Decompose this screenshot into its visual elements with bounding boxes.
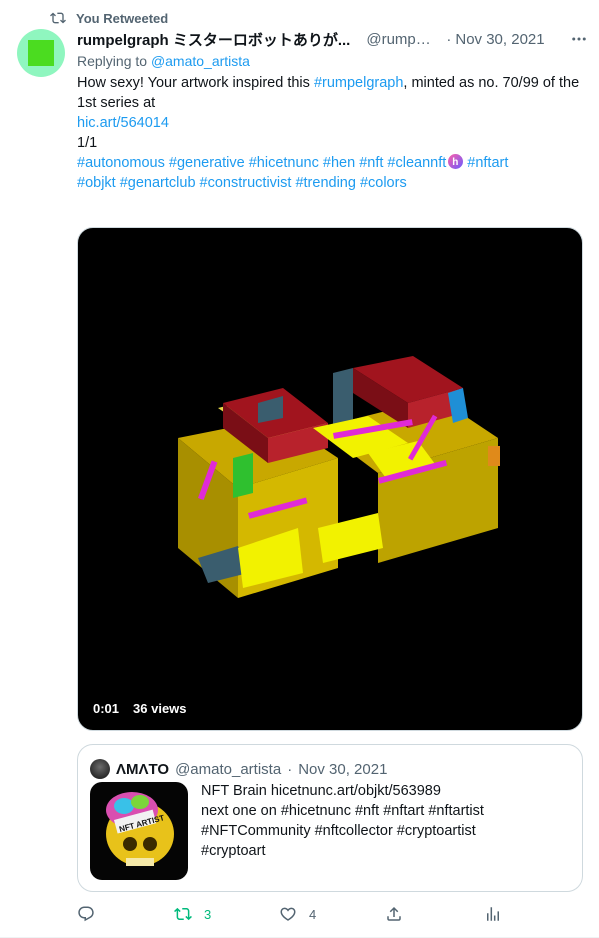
like-count: 4 [309, 906, 317, 922]
heart-icon [280, 907, 296, 921]
hashtag[interactable]: #colors [360, 175, 407, 191]
like-button[interactable]: 4 [279, 905, 316, 923]
retweet-icon [174, 907, 192, 921]
quoted-text-line: next one on #hicetnunc #nft #nftart #nft… [201, 803, 484, 819]
quoted-text-line: #NFTCommunity #nftcollector #cryptoartis… [201, 823, 476, 839]
quoted-author-avatar[interactable] [90, 759, 110, 779]
hashtag[interactable]: #hicetnunc [249, 155, 319, 171]
quoted-text-line: #cryptoart [201, 843, 266, 859]
header-separator: · [446, 30, 452, 48]
tweet-header: rumpelgraph ミスターロボットありが... @rumpel... · … [77, 29, 589, 49]
hashtag[interactable]: #hen [323, 155, 355, 171]
hashtag[interactable]: #cleannft [387, 155, 446, 171]
share-icon [387, 906, 401, 921]
retweet-banner-label: You Retweeted [76, 10, 169, 26]
reply-icon [78, 906, 94, 922]
analytics-button[interactable] [484, 905, 502, 923]
author-handle[interactable]: @rumpel... [366, 31, 438, 48]
quoted-media-thumbnail[interactable]: NFT ARTIST [90, 782, 188, 880]
hashtag[interactable]: #constructivist [200, 175, 292, 191]
analytics-icon [487, 907, 499, 921]
reply-button[interactable] [77, 905, 95, 923]
hashtag[interactable]: #nftart [467, 155, 508, 171]
more-options-icon[interactable] [569, 29, 589, 49]
quoted-date[interactable]: Nov 30, 2021 [298, 761, 387, 778]
tweet-text-pre: How sexy! Your artwork inspired this [77, 75, 314, 91]
hashtag[interactable]: #genartclub [120, 175, 196, 191]
hashtag[interactable]: #generative [169, 155, 245, 171]
quoted-tweet-text: NFT Brain hicetnunc.art/objkt/563989 nex… [201, 781, 571, 861]
replying-prefix: Replying to [77, 53, 151, 69]
video-time: 0:01 [93, 701, 120, 716]
quoted-author-name[interactable]: ΛMΛTO [116, 761, 169, 778]
video-stats: 0:01 36 views [93, 701, 187, 716]
replying-to: Replying to @amato_artista [77, 53, 589, 69]
quoted-separator: · [287, 760, 293, 778]
retweet-count: 3 [204, 906, 212, 922]
tweet-actions: 3 4 [77, 902, 507, 926]
generative-artwork [178, 356, 500, 598]
tweet-link[interactable]: hic.art/564014 [77, 115, 169, 131]
quoted-tweet[interactable]: ΛMΛTO @amato_artista · Nov 30, 2021 NFT … [77, 744, 583, 892]
tweet-text: How sexy! Your artwork inspired this #ru… [77, 73, 589, 193]
tweet-date[interactable]: Nov 30, 2021 [455, 31, 544, 48]
tweet[interactable]: You Retweeted rumpelgraph ミスターロボットありが...… [0, 0, 599, 938]
replying-handle[interactable]: @amato_artista [151, 53, 250, 69]
skull-image: NFT ARTIST [106, 792, 174, 866]
video-media[interactable]: 0:01 36 views [77, 227, 583, 731]
retweet-banner: You Retweeted [50, 10, 168, 26]
tweet-text-line3: 1/1 [77, 135, 98, 151]
hashtag[interactable]: #nft [359, 155, 383, 171]
author-name[interactable]: rumpelgraph ミスターロボットありが... [77, 29, 350, 50]
hashtag[interactable]: #rumpelgraph [314, 75, 403, 91]
tweet-content: rumpelgraph ミスターロボットありが... @rumpel... · … [77, 29, 589, 193]
hashtag[interactable]: #autonomous [77, 155, 165, 171]
retweet-button[interactable]: 3 [174, 905, 211, 923]
video-views: 36 views [133, 701, 187, 716]
hashtag[interactable]: #objkt [77, 175, 116, 191]
share-button[interactable] [385, 905, 403, 923]
quoted-tweet-header: ΛMΛTO @amato_artista · Nov 30, 2021 [90, 759, 387, 779]
quoted-author-handle[interactable]: @amato_artista [175, 761, 281, 778]
hashtag[interactable]: #trending [295, 175, 355, 191]
hicetnunc-emoji-icon [448, 153, 464, 173]
retweet-icon [50, 12, 66, 24]
quoted-text-line: NFT Brain hicetnunc.art/objkt/563989 [201, 783, 441, 799]
author-avatar[interactable] [17, 29, 65, 77]
